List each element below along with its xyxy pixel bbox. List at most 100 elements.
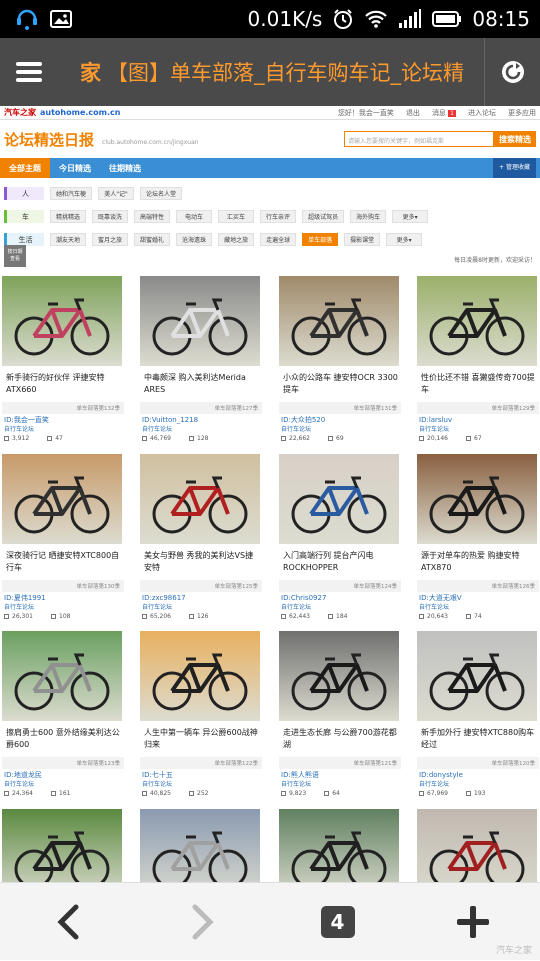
category-chip[interactable]: 甜蜜婚礼 [134,233,171,246]
post-forum[interactable]: 自行车论坛 [281,425,401,434]
post-card[interactable]: 性价比还不错 喜獭盛传奇700提车 单车部落第129季 ID:larsluv 自行车论… [417,276,539,442]
post-thumbnail[interactable] [279,631,399,721]
post-author[interactable]: ID:地道龙民 [4,771,124,780]
post-thumbnail[interactable] [417,809,537,882]
post-category-tag[interactable]: 单车部落第120季 [417,757,539,769]
post-caption[interactable]: 擦肩勇士600 意外结缘美利达公爵600 [2,727,124,755]
post-author[interactable]: ID:zxc98617 [142,594,262,603]
post-author[interactable]: ID:七十五 [142,771,262,780]
post-card[interactable]: 美女与野兽 秀我的美利达VS捷安特单车部落第125季 ID:zxc98617 自行车… [140,454,262,620]
enter-forum-link[interactable]: 进入论坛 [468,108,496,118]
tab-all-topics[interactable]: 全部主题 [0,158,50,178]
post-caption[interactable]: 新手加外行 捷安特XTC880购车经过 [417,727,539,755]
post-caption[interactable]: 深夜骑行记 晒捷安特XTC800自行车 [2,550,124,578]
category-chip[interactable]: 汇买车 [218,210,255,223]
post-author[interactable]: ID:Vuitton_1218 [142,416,262,425]
tab-past[interactable]: 往期精选 [100,158,150,178]
post-forum[interactable]: 自行车论坛 [142,425,262,434]
post-caption[interactable]: 中毒颇深 购入美利达Merida ARES [140,372,262,400]
post-category-tag[interactable]: 单车部落第132季 [2,402,124,414]
post-category-tag[interactable]: 单车部落第126季 [417,580,539,592]
post-forum[interactable]: 自行车论坛 [281,603,401,612]
post-card[interactable]: 擦肩勇士600 意外结缘美利达公爵600 单车部落第123季 ID:地道龙民 自行车论… [2,631,124,797]
category-chip[interactable]: 电动车 [176,210,213,223]
post-card[interactable]: 小众的公路车 捷安特OCR 3300提车 单车部落第131季 ID:大众拍520 自行… [279,276,401,442]
post-card[interactable]: 深夜骑行记 晒捷安特XTC800自行车 单车部落第130季 ID:夏伟1991 自行车… [2,454,124,620]
post-thumbnail[interactable] [279,454,399,544]
post-card[interactable]: 源于对单车的热爱 购捷安特ATX870 单车部落第126季 ID:大道无艰V 自行车论… [417,454,539,620]
post-forum[interactable]: 自行车论坛 [4,425,124,434]
post-caption[interactable]: 美女与野兽 秀我的美利达VS捷安特 [140,550,262,578]
category-chip[interactable]: 论坛名人堂 [140,187,183,200]
post-thumbnail[interactable] [140,809,260,882]
post-thumbnail[interactable] [2,809,122,882]
post-category-tag[interactable]: 单车部落第123季 [2,757,124,769]
category-chip[interactable]: 沧海遗珠 [176,233,213,246]
post-author[interactable]: ID:熊人熊语 [281,771,401,780]
post-forum[interactable]: 自行车论坛 [142,780,262,789]
menu-button[interactable] [0,38,58,106]
back-button[interactable] [0,883,135,961]
post-caption[interactable]: 小众的公路车 捷安特OCR 3300提车 [279,372,401,400]
post-card[interactable] [279,809,401,882]
post-caption[interactable]: 新手骑行的好伙伴 评捷安特ATX660 [2,372,124,400]
category-chip[interactable]: 更多▾ [386,233,423,246]
post-card[interactable]: 入门高端行列 提台产闪电ROCKHOPPER 单车部落第124季 ID:Chris0… [279,454,401,620]
category-chip[interactable]: 单车部落 [302,233,339,246]
post-category-tag[interactable]: 单车部落第121季 [279,757,401,769]
search-input[interactable]: 请输入您要搜的关键字，例如福克斯 [344,131,494,147]
post-thumbnail[interactable] [279,276,399,366]
post-thumbnail[interactable] [279,809,399,882]
post-thumbnail[interactable] [2,631,122,721]
post-card[interactable] [2,809,124,882]
category-chip[interactable]: 潮友天地 [50,233,87,246]
post-author[interactable]: ID:larsluv [419,416,539,425]
category-chip[interactable]: 藏地之旅 [218,233,255,246]
refresh-button[interactable] [484,38,540,106]
post-caption[interactable]: 性价比还不错 喜獭盛传奇700提车 [417,372,539,400]
post-author[interactable]: ID:我会一直笑 [4,416,124,425]
site-logo[interactable]: 汽车之家 [4,107,36,118]
category-chip[interactable]: 高端特性 [134,210,171,223]
post-card[interactable] [140,809,262,882]
post-card[interactable] [417,809,539,882]
post-forum[interactable]: 自行车论坛 [4,780,124,789]
post-caption[interactable]: 走进生态长廊 与公爵700游花都湖 [279,727,401,755]
manage-favorites-button[interactable]: + 管理收藏 [493,158,536,178]
post-card[interactable]: 新手加外行 捷安特XTC880购车经过单车部落第120季 ID:donystyle… [417,631,539,797]
category-chip[interactable]: 美人"记" [98,187,135,200]
category-chip[interactable]: 摄影课堂 [344,233,381,246]
category-chip[interactable]: 海外购车 [350,210,387,223]
post-thumbnail[interactable] [417,276,537,366]
post-category-tag[interactable]: 单车部落第130季 [2,580,124,592]
post-forum[interactable]: 自行车论坛 [419,780,539,789]
messages-link[interactable]: 消息 1 [432,108,456,118]
category-chip[interactable]: 行车亲评 [260,210,297,223]
post-forum[interactable]: 自行车论坛 [419,603,539,612]
category-chip[interactable]: 更多▾ [392,210,429,223]
post-thumbnail[interactable] [417,454,537,544]
post-category-tag[interactable]: 单车部落第127季 [140,402,262,414]
post-category-tag[interactable]: 单车部落第125季 [140,580,262,592]
forward-button[interactable] [135,883,270,961]
post-author[interactable]: ID:大道无艰V [419,594,539,603]
post-thumbnail[interactable] [140,276,260,366]
post-card[interactable]: 走进生态长廊 与公爵700游花都湖 单车部落第121季 ID:熊人熊语 自行车论坛 9,… [279,631,401,797]
post-forum[interactable]: 自行车论坛 [142,603,262,612]
post-caption[interactable]: 入门高端行列 提台产闪电ROCKHOPPER [279,550,401,578]
category-chip[interactable]: 精挑精选 [50,210,87,223]
logout-link[interactable]: 退出 [406,108,420,118]
more-apps-link[interactable]: 更多应用 [508,108,536,118]
post-card[interactable]: 中毒颇深 购入美利达Merida ARES 单车部落第127季 ID:Vuitton… [140,276,262,442]
post-author[interactable]: ID:Chris0927 [281,594,401,603]
date-view-button[interactable]: 按日期 查看 [4,245,26,267]
tab-today[interactable]: 今日精选 [50,158,100,178]
category-chip[interactable]: 蜜月之旅 [92,233,129,246]
post-caption[interactable]: 人生中第一辆车 异公爵600战神归来 [140,727,262,755]
search-button[interactable]: 搜索精选 [494,131,536,147]
category-chip[interactable]: 既靠谈洗 [92,210,129,223]
post-thumbnail[interactable] [2,454,122,544]
post-author[interactable]: ID:夏伟1991 [4,594,124,603]
post-thumbnail[interactable] [140,631,260,721]
post-author[interactable]: ID:donystyle [419,771,539,780]
